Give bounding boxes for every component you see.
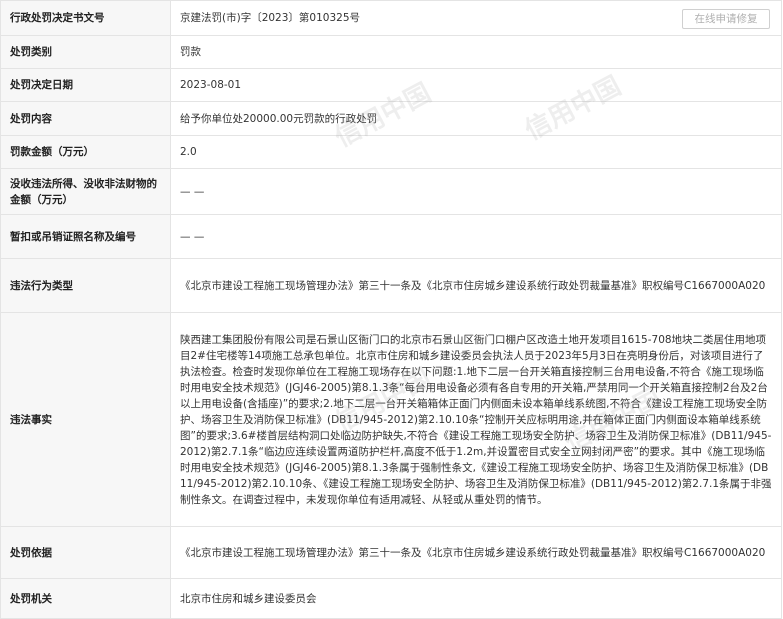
label-penalty-content: 处罚内容 bbox=[0, 101, 171, 136]
row-penalty-content: 处罚内容 给予你单位处20000.00元罚款的行政处罚 bbox=[0, 101, 782, 136]
value-penalty-content: 给予你单位处20000.00元罚款的行政处罚 bbox=[170, 101, 782, 136]
label-fine-amount: 罚款金额（万元） bbox=[0, 135, 171, 169]
label-confiscation-amount: 没收违法所得、没收非法财物的金额（万元） bbox=[0, 168, 171, 215]
value-cell-decision-number: 京建法罚(市)字〔2023〕第010325号 在线申请修复 bbox=[170, 0, 782, 36]
label-decision-date: 处罚决定日期 bbox=[0, 68, 171, 102]
value-license-suspension: — — bbox=[170, 214, 782, 259]
value-fine-amount: 2.0 bbox=[170, 135, 782, 169]
label-violation-type: 违法行为类型 bbox=[0, 258, 171, 313]
online-repair-button[interactable]: 在线申请修复 bbox=[682, 9, 770, 29]
value-violation-type: 《北京市建设工程施工现场管理办法》第三十一条及《北京市住房城乡建设系统行政处罚裁… bbox=[170, 258, 782, 313]
label-decision-number: 行政处罚决定书文号 bbox=[0, 0, 171, 36]
value-decision-number: 京建法罚(市)字〔2023〕第010325号 bbox=[180, 12, 360, 24]
row-decision-number: 行政处罚决定书文号 京建法罚(市)字〔2023〕第010325号 在线申请修复 bbox=[0, 0, 782, 36]
row-decision-date: 处罚决定日期 2023-08-01 bbox=[0, 68, 782, 102]
value-penalty-category: 罚款 bbox=[170, 35, 782, 69]
label-violation-facts: 违法事实 bbox=[0, 312, 171, 527]
label-penalty-basis: 处罚依据 bbox=[0, 526, 171, 579]
row-violation-facts: 违法事实 陕西建工集团股份有限公司是石景山区衙门口的北京市石景山区衙门口棚户区改… bbox=[0, 312, 782, 527]
value-confiscation-amount: — — bbox=[170, 168, 782, 215]
row-penalty-basis: 处罚依据 《北京市建设工程施工现场管理办法》第三十一条及《北京市住房城乡建设系统… bbox=[0, 526, 782, 579]
label-penalty-authority: 处罚机关 bbox=[0, 578, 171, 619]
row-fine-amount: 罚款金额（万元） 2.0 bbox=[0, 135, 782, 169]
row-license-suspension: 暂扣或吊销证照名称及编号 — — bbox=[0, 214, 782, 259]
row-confiscation-amount: 没收违法所得、没收非法财物的金额（万元） — — bbox=[0, 168, 782, 215]
label-license-suspension: 暂扣或吊销证照名称及编号 bbox=[0, 214, 171, 259]
value-penalty-basis: 《北京市建设工程施工现场管理办法》第三十一条及《北京市住房城乡建设系统行政处罚裁… bbox=[170, 526, 782, 579]
row-violation-type: 违法行为类型 《北京市建设工程施工现场管理办法》第三十一条及《北京市住房城乡建设… bbox=[0, 258, 782, 313]
row-penalty-authority: 处罚机关 北京市住房和城乡建设委员会 bbox=[0, 578, 782, 619]
penalty-record-table: 行政处罚决定书文号 京建法罚(市)字〔2023〕第010325号 在线申请修复 … bbox=[0, 0, 782, 619]
value-violation-facts: 陕西建工集团股份有限公司是石景山区衙门口的北京市石景山区衙门口棚户区改造土地开发… bbox=[170, 312, 782, 527]
value-penalty-authority: 北京市住房和城乡建设委员会 bbox=[170, 578, 782, 619]
value-decision-date: 2023-08-01 bbox=[170, 68, 782, 102]
row-penalty-category: 处罚类别 罚款 bbox=[0, 35, 782, 69]
label-penalty-category: 处罚类别 bbox=[0, 35, 171, 69]
